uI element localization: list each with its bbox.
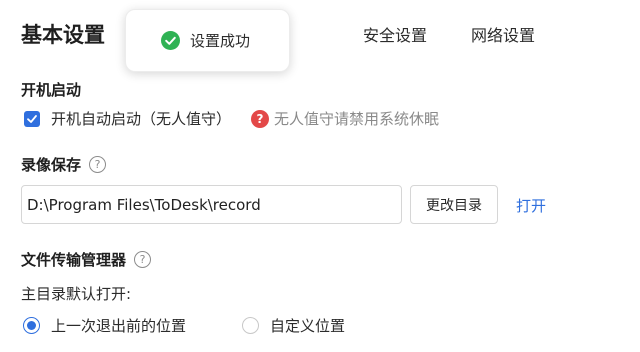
open-folder-link[interactable]: 打开 (516, 195, 546, 216)
question-icon[interactable]: ? (251, 109, 270, 128)
settings-window: 基本设置 设置 安全设置 网络设置 设置成功 开机启动 开机自动启动（无人值守）… (0, 0, 640, 352)
recording-section-title: 录像保存 ? (21, 154, 107, 175)
startup-section-title: 开机启动 (21, 79, 81, 100)
toast-message: 设置成功 (190, 32, 251, 50)
recording-title: 录像保存 (21, 156, 82, 174)
tab-network-settings[interactable]: 网络设置 (471, 22, 535, 46)
page-title: 基本设置 (21, 23, 105, 47)
change-directory-button[interactable]: 更改目录 (410, 185, 498, 224)
startup-title: 开机启动 (21, 81, 82, 99)
autostart-checkbox[interactable] (24, 110, 40, 127)
check-circle-icon (161, 31, 180, 50)
radio-custom-location[interactable]: 自定义位置 (242, 315, 345, 336)
tab-security-settings[interactable]: 安全设置 (363, 22, 427, 46)
record-path-input[interactable] (21, 185, 402, 224)
autostart-label: 开机自动启动（无人值守） (51, 110, 232, 128)
radio-button-selected[interactable] (23, 317, 40, 334)
autostart-option[interactable]: 开机自动启动（无人值守） ? 无人值守请禁用系统休眠 (24, 108, 439, 129)
radio-custom-location-label: 自定义位置 (270, 317, 346, 335)
radio-button-unselected[interactable] (242, 317, 259, 334)
radio-last-location[interactable]: 上一次退出前的位置 (23, 315, 186, 336)
help-icon[interactable]: ? (134, 251, 152, 268)
file-manager-title: 文件传输管理器 (21, 251, 127, 269)
radio-last-location-label: 上一次退出前的位置 (51, 317, 187, 335)
unattended-warning-text: 无人值守请禁用系统休眠 (274, 110, 440, 128)
success-toast: 设置成功 (125, 9, 290, 72)
checkmark-icon (27, 114, 37, 123)
help-icon[interactable]: ? (89, 156, 107, 173)
file-manager-section-title: 文件传输管理器 ? (21, 249, 152, 270)
default-directory-label: 主目录默认打开: (21, 285, 132, 303)
